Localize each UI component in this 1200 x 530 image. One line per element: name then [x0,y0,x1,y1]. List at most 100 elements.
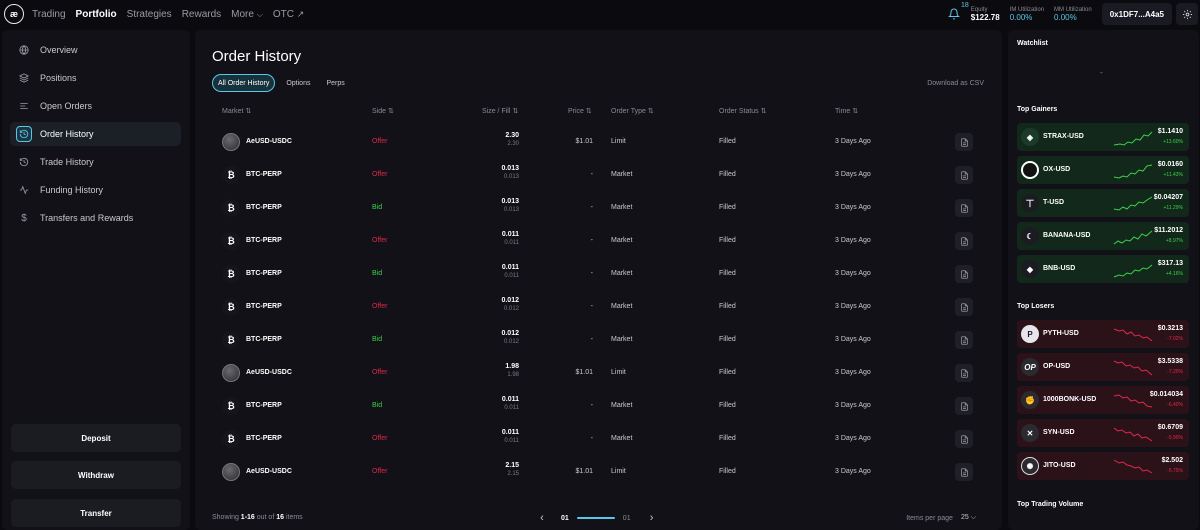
sidebar-item-transfers[interactable]: $ Transfers and Rewards [10,206,181,230]
nav-trading[interactable]: Trading [32,9,66,20]
market-name: BTC-PERP [246,402,282,409]
sidebar-item-positions[interactable]: Positions [10,66,181,90]
market-price: $0.014034 [1149,391,1183,398]
column-label: Order Status [719,108,759,115]
market-card[interactable]: OP OP-USD $3.5338 -7.20% [1017,353,1189,381]
sort-icon: ⇅ [760,108,767,115]
layers-icon [16,70,32,86]
market-card[interactable]: OX-USD $0.0160 +11.43% [1017,156,1189,184]
sidebar-item-open-orders[interactable]: Open Orders [10,94,181,118]
market-card[interactable]: ◆ BNB-USD $317.13 +4.16% [1017,255,1189,283]
deposit-button[interactable]: Deposit [11,424,181,452]
sparkline [1113,427,1153,442]
column-label: Time [835,108,851,115]
sparkline [1113,459,1153,474]
tab-perps[interactable]: Perps [321,74,349,92]
order-details-button[interactable] [955,133,973,151]
column-header-size[interactable]: Size / Fill ⇅ [482,107,518,115]
prev-page-button[interactable]: ‹ [535,511,549,525]
document-icon [960,170,968,180]
sidebar-item-funding-history[interactable]: Funding History [10,178,181,202]
nav-otc-label: OTC [272,8,294,20]
download-csv-link[interactable]: Download as CSV [927,80,984,87]
withdraw-button[interactable]: Withdraw [11,461,181,489]
order-price: - [590,171,593,178]
order-time: 3 Days Ago [835,468,871,475]
tab-options[interactable]: Options [281,74,315,92]
order-price: $1.01 [575,138,593,145]
market-card[interactable]: ✕ SYN-USD $0.6709 -5.90% [1017,419,1189,447]
order-side: Offer [372,468,388,475]
notifications-button[interactable]: 18 [943,2,969,25]
order-details-button[interactable] [955,166,973,184]
nav-portfolio[interactable]: Portfolio [76,9,117,20]
op-icon: OP [1021,358,1039,376]
market-card[interactable]: 丅 T-USD $0.04207 +11.29% [1017,189,1189,217]
sidebar-item-label: Trade History [40,157,94,167]
order-details-button[interactable] [955,265,973,283]
order-details-button[interactable] [955,463,973,481]
document-icon [960,302,968,312]
transfer-button[interactable]: Transfer [11,499,181,527]
order-price: - [590,270,593,277]
top-bar: æ Trading Portfolio Strategies Rewards M… [0,0,1200,28]
column-header-price[interactable]: Price ⇅ [568,107,592,115]
sidebar-item-order-history[interactable]: Order History [10,122,181,146]
sparkline [1113,164,1153,179]
table-row: ₿ BTC-PERP Offer 0.011 0.011 - Market Filled 3 D… [195,423,1002,456]
column-header-type[interactable]: Order Type ⇅ [611,107,654,115]
order-size: 0.011 [501,231,519,238]
market-change: +13.60% [1163,139,1183,145]
logo[interactable]: æ [4,4,24,24]
column-header-market[interactable]: Market ⇅ [222,107,251,115]
order-details-button[interactable] [955,199,973,217]
order-time: 3 Days Ago [835,204,871,211]
order-fill: 0.012 [503,339,519,345]
market-card[interactable]: ☾ BANANA-USD $11.2012 +8.97% [1017,222,1189,250]
bitcoin-icon: ₿ [222,331,240,349]
nav-more[interactable]: More ⌵ [231,9,263,20]
order-side: Bid [372,204,383,211]
tab-all-order-history[interactable]: All Order History [212,74,276,92]
wallet-button[interactable]: 0x1DF7...A4a5 [1101,3,1172,25]
nav-rewards[interactable]: Rewards [182,9,221,20]
order-type: Limit [611,138,626,145]
market-change: +4.16% [1165,271,1183,277]
market-name: BTC-PERP [246,237,282,244]
market-card[interactable]: P PYTH-USD $0.3213 -7.02% [1017,320,1189,348]
market-card[interactable]: ◈ STRAX-USD $1.1410 +13.60% [1017,123,1189,151]
column-header-side[interactable]: Side ⇅ [372,107,394,115]
next-page-button[interactable]: › [645,511,659,525]
order-details-button[interactable] [955,298,973,316]
column-header-status[interactable]: Order Status ⇅ [719,107,767,115]
column-header-time[interactable]: Time ⇅ [835,107,858,115]
showing-suffix: items [284,514,303,521]
sidebar-item-trade-history[interactable]: Trade History [10,150,181,174]
nav-more-label: More [231,8,254,20]
order-details-button[interactable] [955,430,973,448]
document-icon [960,203,968,213]
settings-button[interactable] [1176,3,1198,25]
order-price: $1.01 [575,369,593,376]
order-size: 0.011 [501,264,519,271]
order-details-button[interactable] [955,397,973,415]
order-side: Offer [372,237,388,244]
order-side: Offer [372,171,388,178]
order-size: 0.011 [501,429,519,436]
bitcoin-icon: ₿ [222,298,240,316]
order-details-button[interactable] [955,331,973,349]
market-card[interactable]: ✺ JITO-USD $2.502 -5.75% [1017,452,1189,480]
sidebar-item-overview[interactable]: Overview [10,38,181,62]
nav-otc[interactable]: OTC ↗ [273,9,304,20]
items-per-page-select[interactable]: 25 ⌵ [961,514,976,522]
nav-strategies[interactable]: Strategies [127,9,172,20]
order-status: Filled [719,402,736,409]
items-per-page-value: 25 [960,514,969,521]
sparkline [1113,230,1153,245]
chevron-down-icon: ⌵ [256,9,263,19]
order-size: 1.98 [505,363,519,370]
market-card[interactable]: ✊ 1000BONK-USD $0.014034 -6.40% [1017,386,1189,414]
order-details-button[interactable] [955,364,973,382]
order-details-button[interactable] [955,232,973,250]
banana-icon: ☾ [1021,227,1039,245]
